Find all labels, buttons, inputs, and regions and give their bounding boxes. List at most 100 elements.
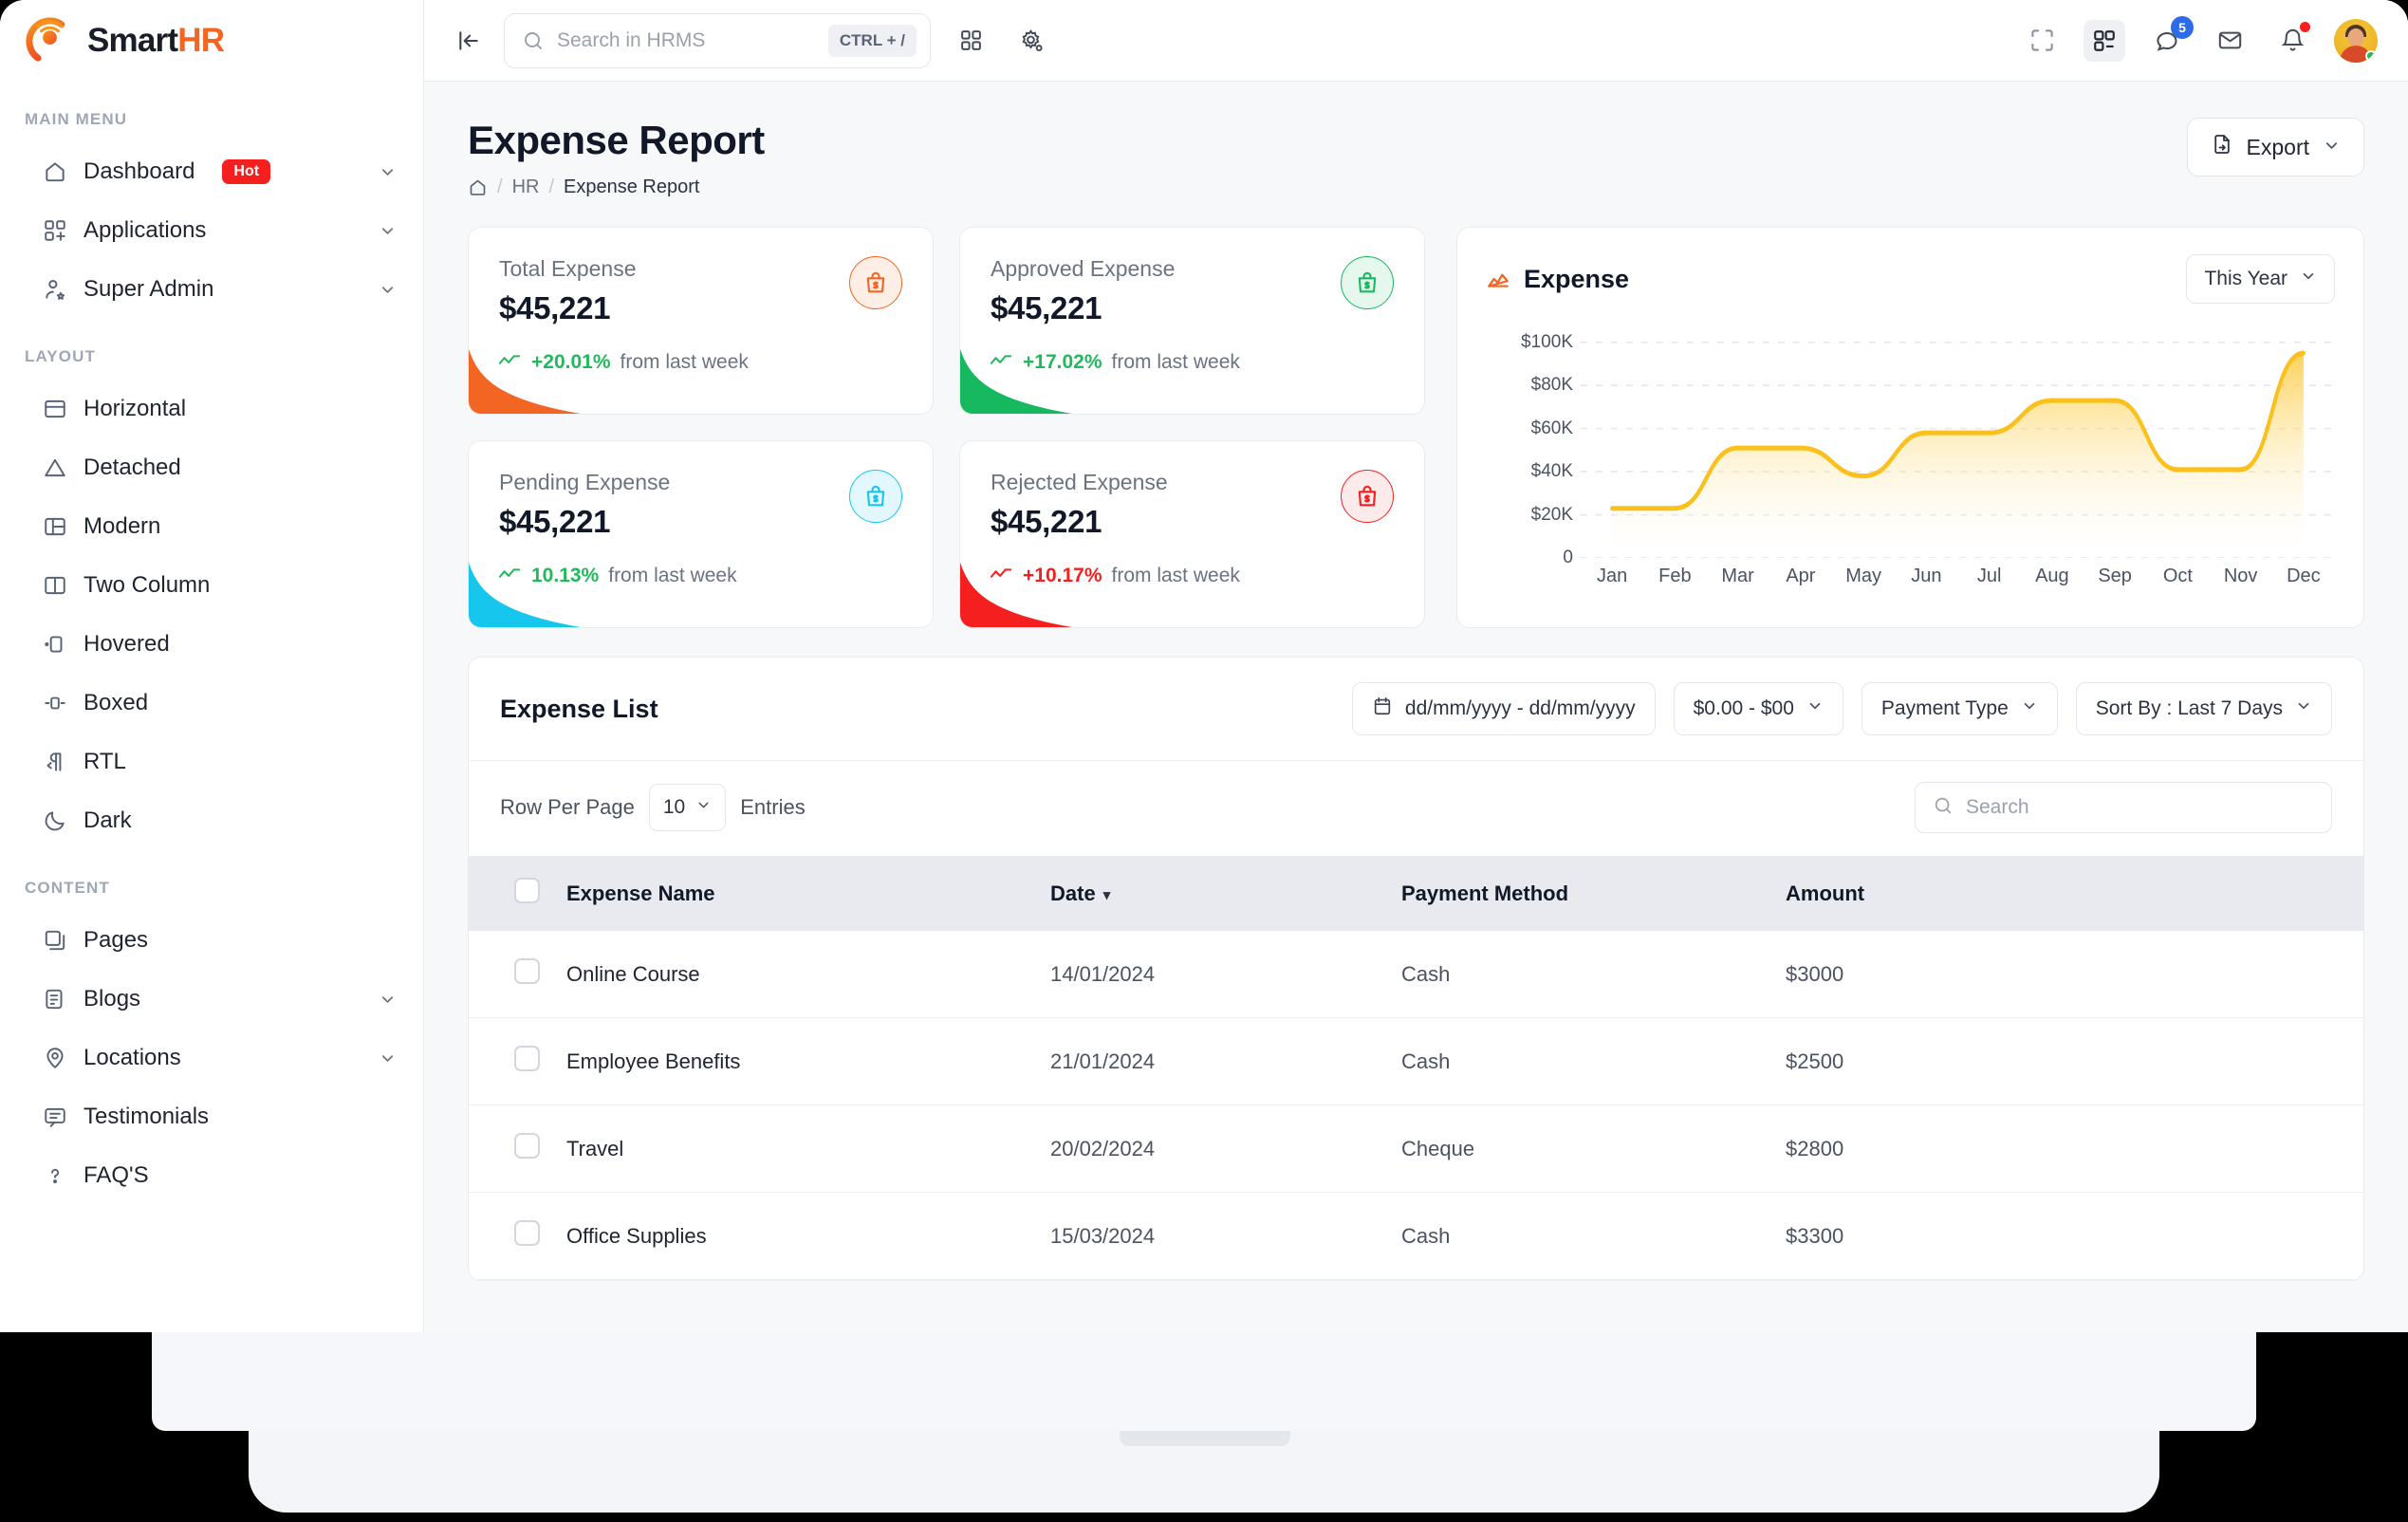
y-axis-tick: $100K <box>1521 332 1573 353</box>
sidebar-section-title: LAYOUT <box>0 347 423 366</box>
sidebar-item-blogs[interactable]: Blogs <box>0 970 423 1029</box>
amount-range-filter[interactable]: $0.00 - $00 <box>1674 682 1843 735</box>
chevron-down-icon <box>2300 268 2317 290</box>
column-payment-method[interactable]: Payment Method <box>1401 856 1786 931</box>
row-per-page-label: Row Per Page <box>500 795 635 820</box>
global-search[interactable]: CTRL + / <box>504 13 931 68</box>
sidebar-item-hovered[interactable]: Hovered <box>0 615 423 674</box>
chevron-down-icon[interactable] <box>379 281 397 299</box>
entries-label: Entries <box>740 795 805 820</box>
layout-modern-icon <box>42 514 67 540</box>
fullscreen-icon[interactable] <box>2021 20 2063 62</box>
sidebar-section-title: CONTENT <box>0 879 423 898</box>
chevron-down-icon <box>2323 135 2341 160</box>
table-search-input[interactable] <box>1966 796 2314 819</box>
breadcrumb-separator-2: / <box>548 176 554 198</box>
row-per-page-select[interactable]: 10 <box>649 784 726 831</box>
bag-dollar-icon <box>849 256 902 309</box>
sidebar-item-dark[interactable]: Dark <box>0 791 423 850</box>
cell-expense-name: Employee Benefits <box>566 1018 1050 1105</box>
user-star-icon <box>42 277 67 303</box>
date-range-filter[interactable]: dd/mm/yyyy - dd/mm/yyyy <box>1352 682 1656 735</box>
sidebar-item-testimonials[interactable]: Testimonials <box>0 1087 423 1146</box>
sidebar-item-label: Pages <box>83 927 148 954</box>
stat-value: $45,221 <box>499 504 670 540</box>
expense-list-header: Expense List dd/mm/yyyy - dd/mm/yyyy <box>469 658 2363 761</box>
notification-bell-icon[interactable] <box>2271 20 2313 62</box>
x-axis-tick: Dec <box>2272 566 2335 587</box>
sort-desc-icon: ▾ <box>1103 886 1111 903</box>
mail-icon[interactable] <box>2209 20 2251 62</box>
bag-dollar-icon <box>1341 470 1394 523</box>
search-input[interactable] <box>557 29 816 52</box>
question-icon <box>42 1163 67 1189</box>
layout-switch-icon[interactable] <box>2084 20 2125 62</box>
column-expense-name[interactable]: Expense Name <box>566 856 1050 931</box>
x-axis-tick: Apr <box>1769 566 1832 587</box>
x-axis-tick: Oct <box>2146 566 2209 587</box>
row-per-page-control: Row Per Page 10 Entries <box>500 784 806 831</box>
sidebar-item-label: Applications <box>83 217 206 244</box>
stat-delta-suffix: from last week <box>608 565 736 587</box>
stat-value: $45,221 <box>499 290 636 326</box>
collapse-sidebar-icon[interactable] <box>453 25 485 57</box>
column-amount[interactable]: Amount <box>1786 856 2363 931</box>
sidebar-item-horizontal[interactable]: Horizontal <box>0 380 423 438</box>
app-screen: SmartHR MAIN MENUDashboardHotApplication… <box>0 0 2408 1332</box>
sidebar-item-label: Super Admin <box>83 276 213 303</box>
sidebar-item-faq-s[interactable]: FAQ'S <box>0 1146 423 1205</box>
table-toolbar: Row Per Page 10 Entries <box>469 761 2363 856</box>
chevron-down-icon[interactable] <box>379 163 397 181</box>
layout-boxed-icon <box>42 691 67 716</box>
row-checkbox[interactable] <box>514 1046 540 1071</box>
select-all-checkbox[interactable] <box>514 878 540 903</box>
avatar[interactable] <box>2334 19 2378 63</box>
chart-body: $100K$80K$60K$40K$20K0 <box>1486 321 2335 596</box>
y-axis-tick: 0 <box>1563 548 1573 568</box>
stat-card-top: Approved Expense$45,221 <box>991 256 1394 326</box>
sidebar-item-modern[interactable]: Modern <box>0 497 423 556</box>
y-axis-tick: $80K <box>1531 375 1573 396</box>
triangle-icon <box>42 455 67 481</box>
x-axis-tick: Mar <box>1707 566 1769 587</box>
stat-card-top: Pending Expense$45,221 <box>499 470 902 540</box>
sidebar-item-applications[interactable]: Applications <box>0 201 423 260</box>
payment-type-filter[interactable]: Payment Type <box>1862 682 2058 735</box>
x-axis-tick: May <box>1832 566 1895 587</box>
row-checkbox[interactable] <box>514 958 540 984</box>
stat-label: Approved Expense <box>991 256 1175 282</box>
column-date[interactable]: Date▾ <box>1050 856 1401 931</box>
row-checkbox[interactable] <box>514 1220 540 1246</box>
sort-by-filter[interactable]: Sort By : Last 7 Days <box>2076 682 2332 735</box>
cell-amount: $3300 <box>1786 1193 2363 1280</box>
layout-hovered-icon <box>42 632 67 658</box>
sidebar-item-dashboard[interactable]: DashboardHot <box>0 142 423 201</box>
sidebar-item-detached[interactable]: Detached <box>0 438 423 497</box>
sidebar-item-locations[interactable]: Locations <box>0 1029 423 1087</box>
chevron-down-icon[interactable] <box>379 991 397 1009</box>
cell-payment-method: Cash <box>1401 1018 1786 1105</box>
breadcrumb-item-hr[interactable]: HR <box>512 176 540 198</box>
export-label: Export <box>2247 135 2309 160</box>
chart-range-select[interactable]: This Year <box>2186 254 2335 304</box>
stat-card-text: Total Expense$45,221 <box>499 256 636 326</box>
table-row: Online Course14/01/2024Cash$3000 <box>469 931 2363 1018</box>
chat-icon[interactable]: 5 <box>2146 20 2188 62</box>
chevron-down-icon <box>695 796 712 819</box>
home-icon[interactable] <box>468 177 488 197</box>
sidebar-item-boxed[interactable]: Boxed <box>0 674 423 733</box>
row-checkbox[interactable] <box>514 1133 540 1159</box>
chevron-down-icon[interactable] <box>379 222 397 240</box>
brand-logo[interactable]: SmartHR <box>0 0 423 82</box>
sidebar-item-super-admin[interactable]: Super Admin <box>0 260 423 319</box>
table-search[interactable] <box>1915 782 2332 833</box>
export-button[interactable]: Export <box>2187 118 2364 176</box>
settings-gear-icon[interactable] <box>1010 20 1052 62</box>
sidebar-item-rtl[interactable]: RTL <box>0 733 423 791</box>
stat-card-rejected-expense: Rejected Expense$45,221+10.17%from last … <box>959 440 1425 628</box>
sidebar-item-two-column[interactable]: Two Column <box>0 556 423 615</box>
sort-by-value: Sort By : Last 7 Days <box>2096 697 2283 720</box>
chevron-down-icon[interactable] <box>379 1049 397 1067</box>
sidebar-item-pages[interactable]: Pages <box>0 911 423 970</box>
apps-grid-icon[interactable] <box>950 20 991 62</box>
